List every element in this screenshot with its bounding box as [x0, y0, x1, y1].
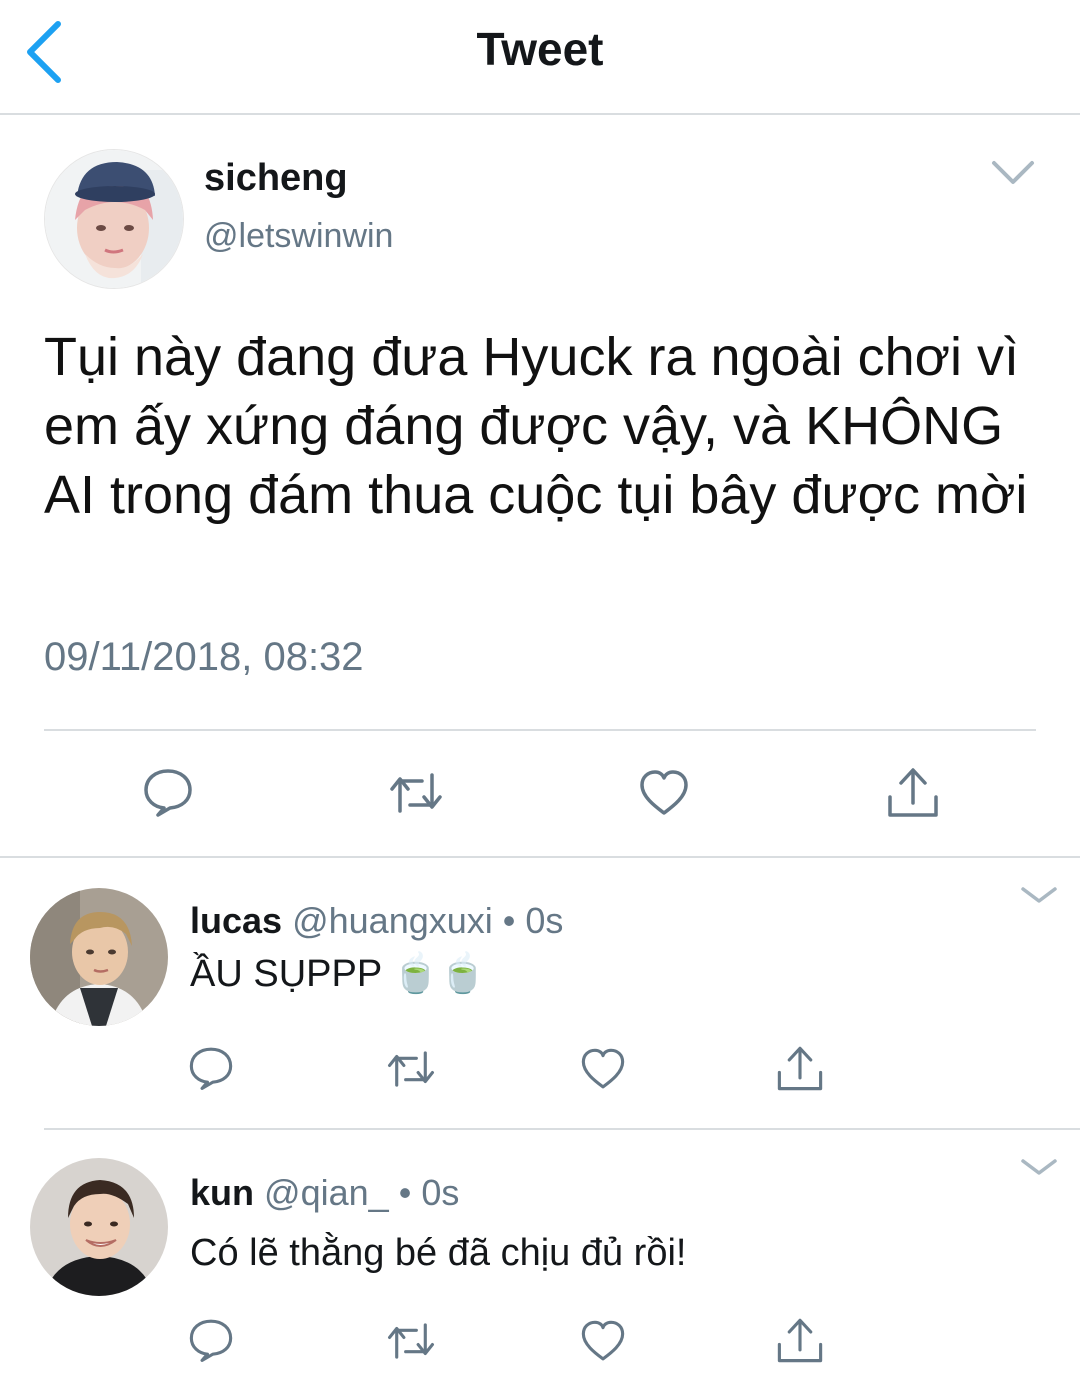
top-bar: Tweet [0, 0, 1080, 115]
tweet-menu-button[interactable] [1018, 880, 1060, 910]
heart-icon [581, 1048, 625, 1089]
tweet-menu-button[interactable] [988, 155, 1038, 191]
avatar-image [30, 1158, 168, 1296]
chevron-down-icon [1021, 887, 1057, 903]
separator-dot: • [502, 900, 516, 941]
retweet-button[interactable] [384, 1316, 438, 1371]
reply-timestamp: 0s [421, 1172, 460, 1213]
reply-header: kun @qian_ • 0s [190, 1172, 459, 1214]
share-button[interactable] [774, 1042, 826, 1099]
avatar[interactable] [44, 149, 184, 289]
share-button[interactable] [884, 763, 942, 826]
speech-bubble-icon [189, 1319, 233, 1362]
tweet-text: Tụi này đang đưa Hyuck ra ngoài chơi vì … [44, 327, 1028, 525]
author-name[interactable]: sicheng [204, 157, 348, 200]
separator-dot: • [398, 1172, 412, 1213]
reply-button[interactable] [186, 1042, 236, 1097]
reply-header: lucas @huangxuxi • 0s [190, 900, 563, 942]
page-title: Tweet [476, 23, 604, 75]
reply-tweet[interactable]: lucas @huangxuxi • 0s ẦU SỤPPP 🍵🍵 [0, 858, 1080, 1128]
author-name[interactable]: kun [190, 1172, 254, 1213]
heart-icon [581, 1320, 625, 1361]
avatar[interactable] [30, 1158, 168, 1296]
avatar[interactable] [30, 888, 168, 1026]
author-name[interactable]: lucas [190, 900, 282, 941]
share-icon [777, 1318, 823, 1363]
tweet-timestamp: 09/11/2018, 08:32 [44, 635, 364, 679]
reply-tweet[interactable]: kun @qian_ • 0s Có lẽ thằng bé đã chịu đ… [0, 1130, 1080, 1400]
chevron-down-icon [992, 161, 1034, 184]
share-icon [888, 768, 938, 817]
reply-timestamp: 0s [525, 900, 564, 941]
reply-text: ẦU SỤPPP 🍵🍵 [190, 953, 487, 995]
main-tweet: sicheng @letswinwin Tụi này đang đưa Hyu… [0, 115, 1080, 855]
heart-icon [640, 770, 688, 815]
divider [44, 729, 1036, 731]
tweet-menu-button[interactable] [1018, 1152, 1060, 1182]
author-handle[interactable]: @qian_ [264, 1172, 389, 1213]
retweet-icon [388, 1051, 434, 1087]
speech-bubble-icon [189, 1047, 233, 1090]
share-icon [777, 1046, 823, 1091]
speech-bubble-icon [144, 769, 192, 817]
avatar-image [45, 150, 183, 288]
reply-button[interactable] [186, 1314, 236, 1369]
chevron-down-icon [1021, 1159, 1057, 1175]
retweet-icon [390, 773, 442, 813]
avatar-image [30, 888, 168, 1026]
like-button[interactable] [578, 1044, 628, 1099]
retweet-button[interactable] [386, 765, 446, 826]
share-button[interactable] [774, 1314, 826, 1371]
retweet-icon [388, 1323, 434, 1359]
reply-text: Có lẽ thằng bé đã chịu đủ rồi! [190, 1232, 687, 1274]
retweet-button[interactable] [384, 1044, 438, 1099]
like-button[interactable] [578, 1316, 628, 1371]
reply-button[interactable] [140, 763, 196, 824]
author-handle[interactable]: @letswinwin [204, 217, 393, 256]
like-button[interactable] [636, 765, 692, 826]
author-handle[interactable]: @huangxuxi [292, 900, 493, 941]
